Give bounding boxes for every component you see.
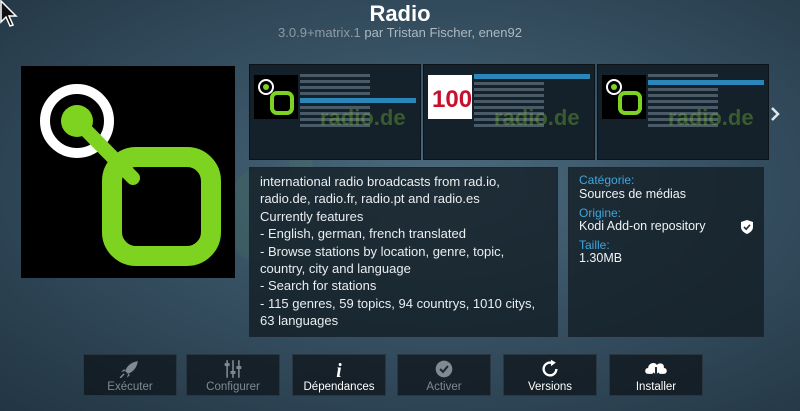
screenshot-thumbnail (254, 75, 298, 119)
screenshot-3[interactable]: radio.de (597, 64, 769, 160)
install-button-label: Installer (635, 381, 677, 393)
description-text: international radio broadcasts from rad.… (260, 174, 536, 329)
size-value: 1.30MB (579, 251, 623, 265)
shield-check-icon (741, 220, 753, 234)
configure-button[interactable]: Configurer (186, 354, 280, 396)
addon-subtitle: 3.0.9+matrix.1 par Tristan Fischer, enen… (0, 25, 800, 40)
enable-button-label: Activer (426, 381, 462, 393)
category-label: Catégorie: (579, 173, 635, 187)
configure-button-label: Configurer (206, 381, 260, 393)
origin-value: Kodi Add-on repository (579, 219, 706, 233)
addon-title: Radio (369, 1, 431, 26)
enable-button[interactable]: Activer (397, 354, 491, 396)
install-button[interactable]: Installer (609, 354, 703, 396)
info-icon: i (336, 361, 342, 379)
screenshot-watermark: radio.de (320, 105, 406, 130)
description-panel[interactable]: international radio broadcasts from rad.… (249, 167, 558, 337)
addon-icon (21, 66, 235, 278)
cloud-download-icon (645, 363, 667, 378)
rocket-icon (119, 361, 138, 379)
screenshot-watermark: radio.de (668, 105, 754, 130)
execute-button-label: Exécuter (107, 381, 153, 393)
screenshot-thumbnail: 100 (428, 75, 472, 119)
refresh-icon (542, 359, 558, 377)
svg-text:100: 100 (432, 86, 472, 113)
screenshot-watermark: radio.de (494, 105, 580, 130)
category-value: Sources de médias (579, 187, 687, 201)
addon-author: par Tristan Fischer, enen92 (364, 25, 522, 40)
check-circle-icon (435, 360, 453, 378)
versions-button-label: Versions (527, 381, 573, 393)
versions-button[interactable]: Versions (503, 354, 597, 396)
execute-button[interactable]: Exécuter (83, 354, 177, 396)
radio-logo-icon (40, 84, 221, 266)
dependencies-button-label: Dépendances (303, 381, 375, 393)
chevron-right-icon[interactable] (769, 106, 781, 122)
screenshot-2[interactable]: 100 radio.de (423, 64, 595, 160)
info-panel: Catégorie: Sources de médias Origine: Ko… (568, 167, 764, 337)
svg-text:i: i (336, 361, 342, 379)
size-label: Taille: (579, 238, 610, 252)
screenshot-1[interactable]: radio.de (249, 64, 421, 160)
screenshot-thumbnail (602, 75, 646, 119)
dependencies-button[interactable]: i Dépendances (292, 354, 386, 396)
addon-version: 3.0.9+matrix.1 (278, 25, 361, 40)
sliders-icon (224, 360, 242, 378)
origin-label: Origine: (579, 206, 622, 220)
